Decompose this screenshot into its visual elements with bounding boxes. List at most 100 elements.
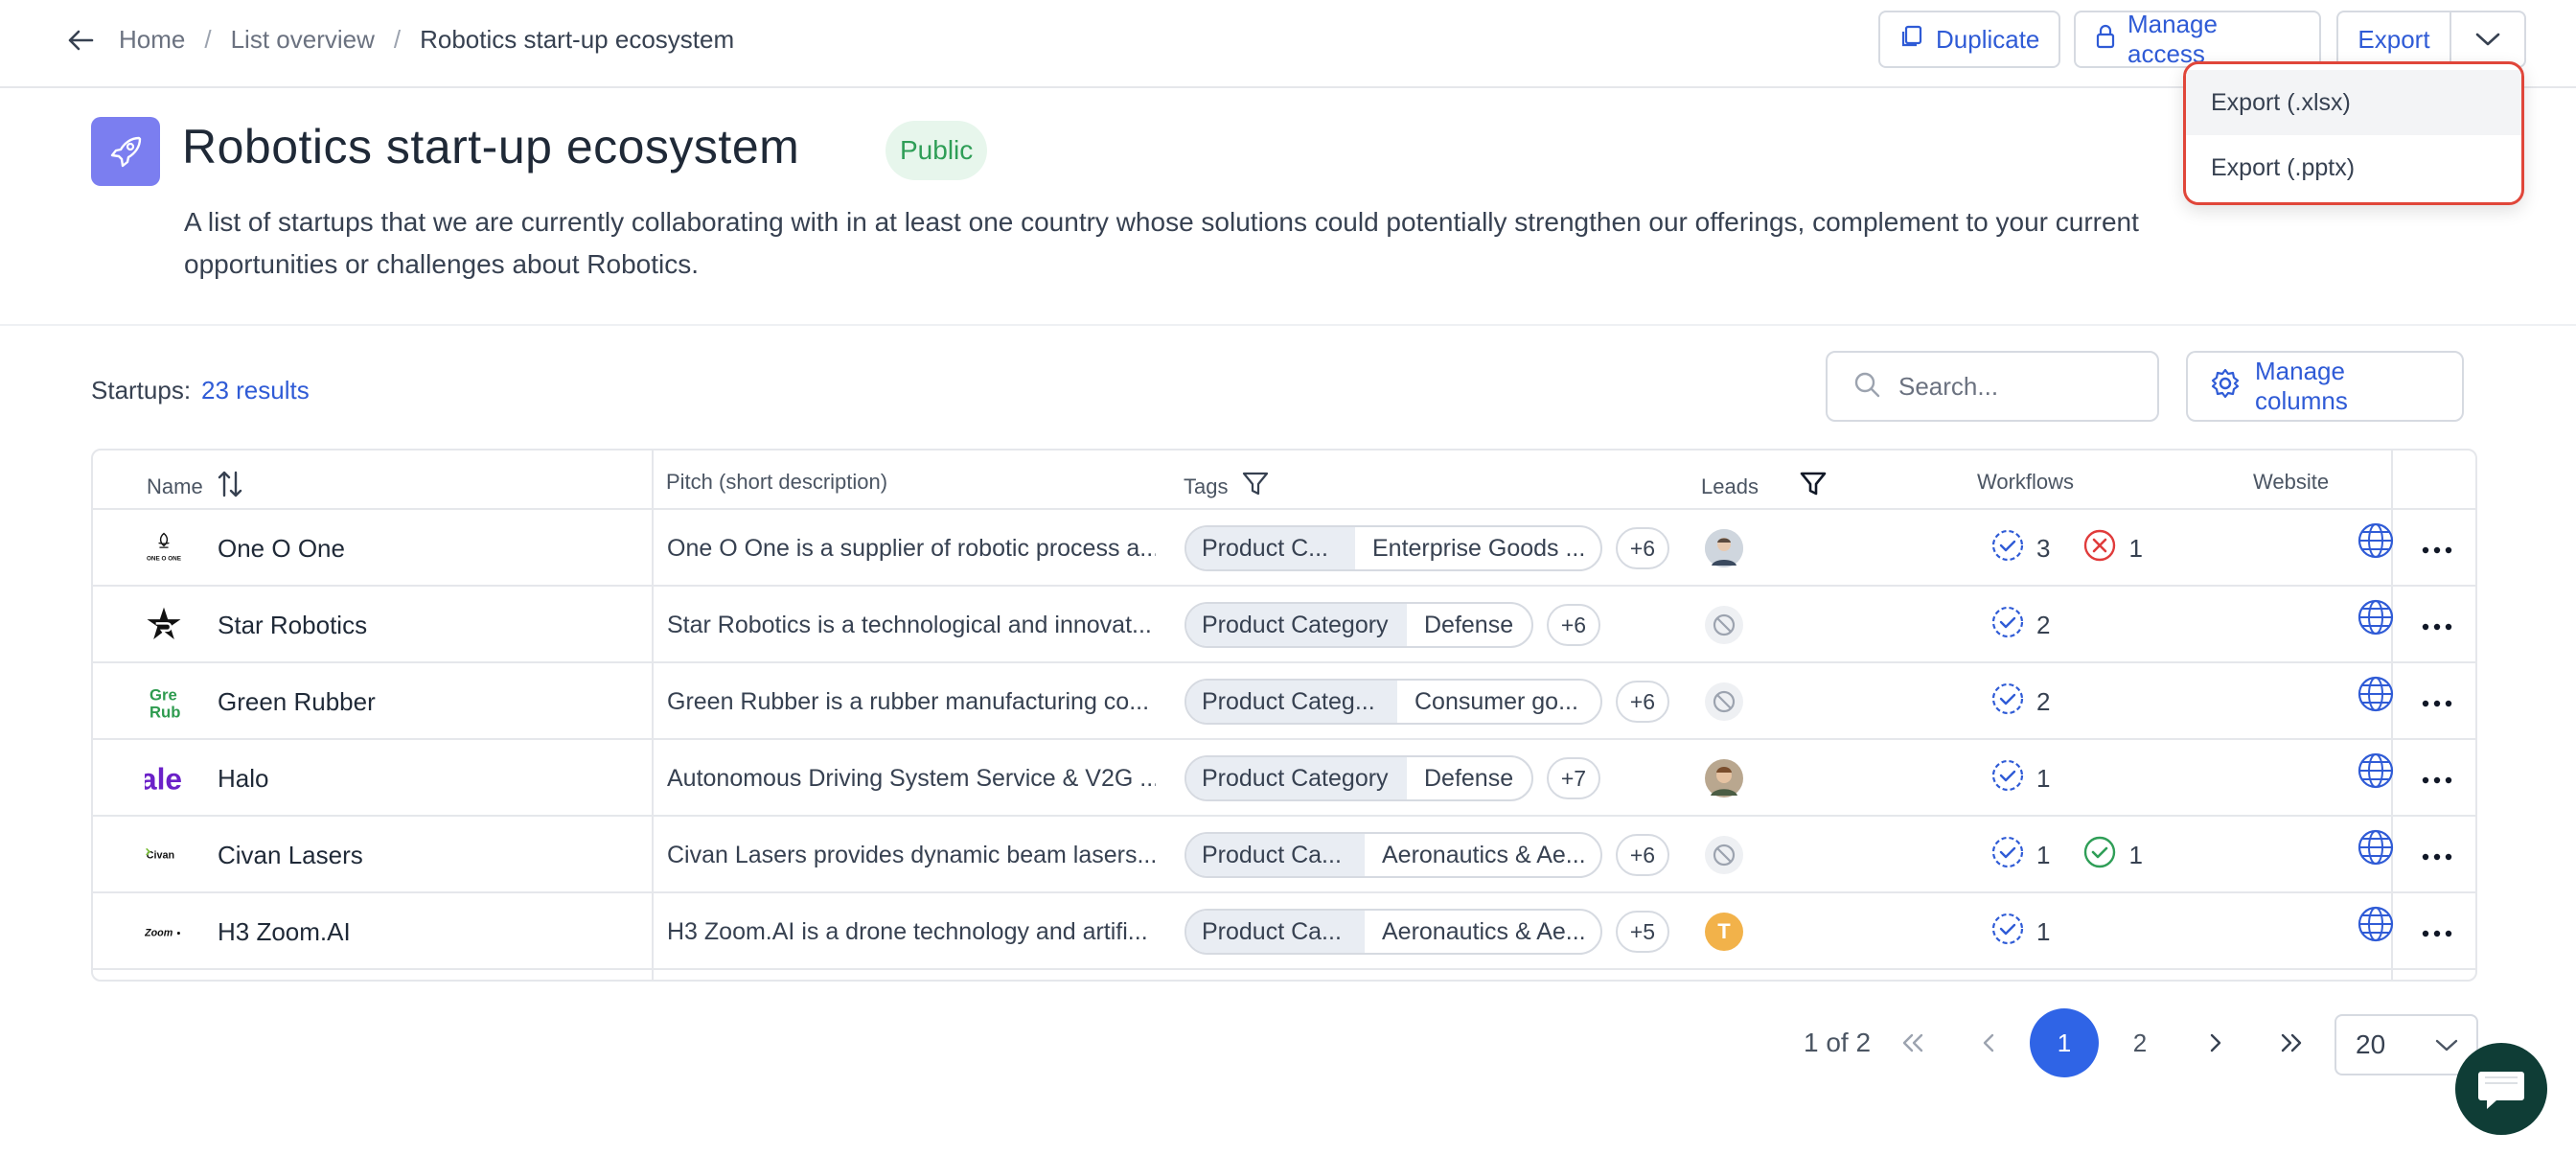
- row-more-icon[interactable]: [2418, 531, 2456, 569]
- workflows-cell: 2: [1990, 606, 2050, 644]
- last-page-icon[interactable]: [2257, 1008, 2326, 1077]
- startup-name[interactable]: Civan Lasers: [218, 817, 363, 893]
- filter-icon[interactable]: [1799, 470, 1828, 504]
- workflow-pending-icon: [1990, 682, 2025, 723]
- column-header-label: Pitch (short description): [666, 470, 888, 494]
- table-row[interactable]: Gre Rub Green Rubber Green Rubber is a ru…: [93, 663, 2475, 740]
- more-tags-button[interactable]: +6: [1616, 527, 1669, 569]
- startup-pitch: H3 Zoom.AI is a drone technology and art…: [667, 917, 1148, 945]
- page-size-value: 20: [2356, 1029, 2386, 1059]
- table-row[interactable]: ONE O ONE One O One One O One is a suppl…: [93, 510, 2475, 587]
- startup-pitch: Star Robotics is a technological and inn…: [667, 611, 1152, 638]
- export-xlsx-option[interactable]: Export (.xlsx): [2186, 70, 2521, 135]
- breadcrumb-home[interactable]: Home: [119, 25, 185, 55]
- startup-pitch: Green Rubber is a rubber manufacturing c…: [667, 687, 1150, 715]
- tags-cell: Product Category Defense +6: [1184, 602, 1600, 648]
- tag-category: Product Category: [1186, 757, 1407, 799]
- tag-value: Aeronautics & Ae...: [1382, 917, 1586, 945]
- search-input[interactable]: [1898, 371, 2138, 402]
- duplicate-label: Duplicate: [1936, 24, 2040, 54]
- lead-avatar[interactable]: T: [1705, 913, 1743, 951]
- workflow-done-icon: [2082, 835, 2117, 876]
- startup-name[interactable]: One O One: [218, 510, 345, 587]
- globe-icon[interactable]: [2357, 905, 2395, 943]
- lead-avatar[interactable]: [1705, 759, 1743, 798]
- tag-pill[interactable]: Product Category Defense: [1184, 602, 1533, 648]
- workflows-cell: 1: [1990, 913, 2050, 951]
- search-icon: [1852, 370, 1881, 404]
- tag-pill[interactable]: Product Categ... Consumer go...: [1184, 679, 1602, 725]
- column-header-label: Tags: [1184, 474, 1229, 498]
- row-more-icon[interactable]: [2418, 914, 2456, 953]
- table-row[interactable]: Zoom H3 Zoom.AI H3 Zoom.AI is a drone te…: [93, 893, 2475, 970]
- prev-page-icon[interactable]: [1954, 1008, 2023, 1077]
- chat-icon[interactable]: [2455, 1043, 2547, 1135]
- manage-columns-button[interactable]: Manage columns: [2186, 351, 2464, 422]
- column-header-label: Name: [147, 474, 203, 498]
- page-button-2[interactable]: 2: [2105, 1008, 2174, 1077]
- first-page-icon[interactable]: [1878, 1008, 1947, 1077]
- workflow-pending-count: 2: [2036, 686, 2051, 716]
- startup-logo: ONE O ONE: [145, 529, 183, 567]
- tag-pill[interactable]: Product Category Defense: [1184, 755, 1533, 801]
- no-lead-icon: [1705, 606, 1743, 644]
- table-header: Name Pitch (short description) Tags Lead…: [93, 451, 2475, 510]
- filter-icon[interactable]: [1241, 470, 1270, 504]
- tags-cell: Product C... Enterprise Goods ... +6: [1184, 525, 1669, 571]
- globe-icon[interactable]: [2357, 828, 2395, 867]
- tags-cell: Product Category Defense +7: [1184, 755, 1600, 801]
- lead-initial: T: [1717, 919, 1731, 943]
- export-dropdown-toggle[interactable]: [2450, 11, 2526, 68]
- row-more-icon[interactable]: [2418, 761, 2456, 799]
- row-more-icon[interactable]: [2418, 838, 2456, 876]
- startup-name[interactable]: Star Robotics: [218, 587, 367, 663]
- table-row[interactable]: ale Halo Autonomous Driving System Servi…: [93, 740, 2475, 817]
- sort-icon[interactable]: [217, 470, 243, 504]
- globe-icon[interactable]: [2357, 598, 2395, 636]
- search-box[interactable]: [1826, 351, 2159, 422]
- column-header-name[interactable]: Name: [147, 470, 243, 504]
- tag-pill[interactable]: Product Ca... Aeronautics & Ae...: [1184, 832, 1602, 878]
- back-arrow-icon[interactable]: [61, 21, 100, 59]
- globe-icon[interactable]: [2357, 521, 2395, 560]
- more-tags-button[interactable]: +5: [1616, 911, 1669, 953]
- manage-access-button[interactable]: Manage access: [2074, 10, 2321, 68]
- more-tags-button[interactable]: +6: [1547, 604, 1600, 646]
- workflow-pending-count: 3: [2036, 533, 2051, 563]
- row-more-icon[interactable]: [2418, 608, 2456, 646]
- table-row[interactable]: Civan Civan Lasers Civan Lasers provides…: [93, 817, 2475, 893]
- more-tags-button[interactable]: +6: [1616, 681, 1669, 723]
- startup-name[interactable]: Green Rubber: [218, 663, 376, 740]
- globe-icon[interactable]: [2357, 751, 2395, 790]
- tag-pill[interactable]: Product Ca... Aeronautics & Ae...: [1184, 909, 1602, 955]
- manage-access-label: Manage access: [2128, 10, 2218, 68]
- table-row[interactable]: Star Robotics Star Robotics is a technol…: [93, 587, 2475, 663]
- column-header-leads: Leads: [1701, 470, 1828, 504]
- results-label: Startups:: [91, 376, 192, 405]
- workflow-rejected-icon: [2082, 528, 2117, 569]
- startup-name[interactable]: Halo: [218, 740, 268, 817]
- next-page-icon[interactable]: [2181, 1008, 2250, 1077]
- duplicate-button[interactable]: Duplicate: [1878, 11, 2060, 68]
- more-tags-button[interactable]: +6: [1616, 834, 1669, 876]
- svg-text:Civan: Civan: [147, 849, 175, 861]
- tag-pill[interactable]: Product C... Enterprise Goods ...: [1184, 525, 1602, 571]
- row-more-icon[interactable]: [2418, 684, 2456, 723]
- globe-icon[interactable]: [2357, 675, 2395, 713]
- page-size-select[interactable]: 20: [2334, 1014, 2478, 1075]
- lead-avatar[interactable]: [1705, 529, 1743, 567]
- page-button-1[interactable]: 1: [2030, 1008, 2099, 1077]
- svg-text:Gre: Gre: [150, 685, 177, 704]
- startup-pitch: Civan Lasers provides dynamic beam laser…: [667, 841, 1156, 868]
- export-pptx-option[interactable]: Export (.pptx): [2186, 135, 2521, 200]
- pagination-summary: 1 of 2: [1804, 1028, 1872, 1057]
- more-tags-button[interactable]: +7: [1547, 757, 1600, 799]
- startups-table: Name Pitch (short description) Tags Lead…: [91, 449, 2477, 982]
- export-button[interactable]: Export: [2336, 11, 2451, 68]
- breadcrumb-current: Robotics start-up ecosystem: [420, 25, 735, 54]
- startup-name[interactable]: H3 Zoom.AI: [218, 893, 351, 970]
- workflows-cell: 1: [1990, 759, 2050, 798]
- workflow-pending-icon: [1990, 912, 2025, 953]
- breadcrumb-list-overview[interactable]: List overview: [231, 25, 375, 55]
- tag-category: Product Categ...: [1186, 681, 1397, 723]
